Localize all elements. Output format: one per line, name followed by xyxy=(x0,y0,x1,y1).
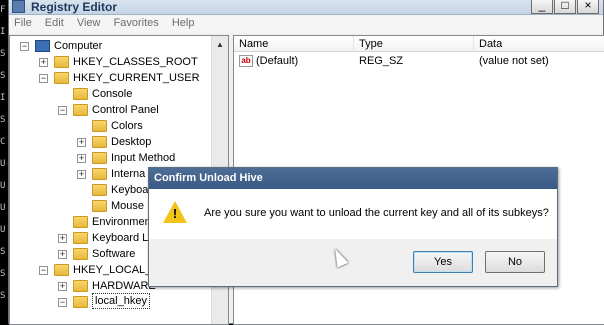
window-title: Registry Editor xyxy=(31,0,118,14)
tree-item[interactable]: + Desktop xyxy=(10,134,213,150)
tree-item-label: Colors xyxy=(111,120,143,132)
console-char: U xyxy=(0,181,6,191)
tree-item-label: Interna xyxy=(111,168,146,180)
menu-file[interactable]: File xyxy=(9,15,37,31)
dialog-title-bar: Confirm Unload Hive xyxy=(149,168,557,189)
tree-item[interactable]: Console xyxy=(10,86,213,102)
console-char: S xyxy=(0,269,6,279)
expand-icon[interactable]: + xyxy=(39,58,48,67)
menu-help[interactable]: Help xyxy=(167,15,200,31)
value-type: REG_SZ xyxy=(359,55,404,67)
close-button[interactable]: × xyxy=(577,0,599,14)
menu-edit[interactable]: Edit xyxy=(40,15,69,31)
tree-item-label: HKEY_CURRENT_USER xyxy=(73,72,200,84)
list-header: Name Type Data xyxy=(234,36,604,52)
tree-item[interactable]: + Input Method xyxy=(10,150,213,166)
expand-icon[interactable]: + xyxy=(58,250,67,259)
tree-item-label: HARDWARE xyxy=(92,280,156,292)
string-value-icon: ab xyxy=(239,55,253,67)
folder-icon xyxy=(54,264,69,276)
tree-item-label: Control Panel xyxy=(92,104,159,116)
console-char: S xyxy=(0,49,6,59)
expand-icon[interactable]: + xyxy=(77,154,86,163)
folder-icon xyxy=(92,152,107,164)
tree-item[interactable]: − HKEY_CURRENT_USER xyxy=(10,70,213,86)
folder-icon xyxy=(73,232,88,244)
console-char: C xyxy=(0,137,6,147)
list-row[interactable]: ab (Default) REG_SZ (value not set) xyxy=(234,53,604,69)
folder-icon xyxy=(92,200,107,212)
tree-item-label: Keyboa xyxy=(111,184,149,196)
console-char: S xyxy=(0,115,6,125)
folder-icon xyxy=(92,120,107,132)
menu-view[interactable]: View xyxy=(72,15,106,31)
folder-icon xyxy=(73,296,88,308)
folder-icon xyxy=(54,56,69,68)
tree-item[interactable]: − Computer xyxy=(10,38,213,54)
tree-item-label: Console xyxy=(92,88,133,100)
dialog-message: Are you sure you want to unload the curr… xyxy=(204,207,549,219)
confirm-unload-dialog: Confirm Unload Hive ! Are you sure you w… xyxy=(148,167,558,287)
tree-item-label: HKEY_CLASSES_ROOT xyxy=(73,56,198,68)
console-char: I xyxy=(0,93,6,103)
value-name: (Default) xyxy=(256,55,299,67)
expand-icon[interactable]: + xyxy=(77,138,86,147)
value-data: (value not set) xyxy=(479,55,549,67)
title-bar: Registry Editor _ □ × xyxy=(9,0,603,15)
expand-icon[interactable]: + xyxy=(58,282,67,291)
dialog-body: ! Are you sure you want to unload the cu… xyxy=(149,189,557,239)
folder-icon xyxy=(92,168,107,180)
column-header-name[interactable]: Name xyxy=(234,36,354,52)
column-header-type[interactable]: Type xyxy=(354,36,474,52)
console-char: S xyxy=(0,71,6,81)
collapse-icon[interactable]: − xyxy=(58,298,67,307)
console-char: I xyxy=(0,27,6,37)
tree-item-label: Desktop xyxy=(111,136,152,148)
column-header-data[interactable]: Data xyxy=(474,36,604,52)
tree-item[interactable]: − Control Panel xyxy=(10,102,213,118)
tree-item-label: Computer xyxy=(54,40,103,52)
maximize-button[interactable]: □ xyxy=(554,0,576,14)
folder-icon xyxy=(73,280,88,292)
console-char: S xyxy=(0,291,6,301)
expand-icon[interactable]: + xyxy=(77,170,86,179)
console-char: F xyxy=(0,5,6,15)
computer-icon xyxy=(35,40,50,52)
folder-icon xyxy=(73,104,88,116)
expand-icon[interactable]: + xyxy=(58,234,67,243)
tree-item[interactable]: Colors xyxy=(10,118,213,134)
tree-item-label: Software xyxy=(92,248,136,260)
warning-mark: ! xyxy=(172,206,178,221)
tree-item-label: Keyboard La xyxy=(92,232,155,244)
tree-item[interactable]: + HKEY_CLASSES_ROOT xyxy=(10,54,213,70)
folder-icon xyxy=(73,88,88,100)
folder-icon xyxy=(73,216,88,228)
minimize-button[interactable]: _ xyxy=(531,0,553,14)
menu-bar: File Edit View Favorites Help xyxy=(9,15,603,33)
console-char: S xyxy=(0,247,6,257)
collapse-icon[interactable]: − xyxy=(20,42,29,51)
tree-item[interactable]: − local_hkey xyxy=(10,293,213,310)
yes-button[interactable]: Yes xyxy=(413,251,473,273)
menu-favorites[interactable]: Favorites xyxy=(109,15,164,31)
tree-item-label: Environmen xyxy=(92,216,151,228)
tree-item-label: local_hkey xyxy=(92,293,150,309)
tree-item-label: Mouse xyxy=(111,200,145,212)
console-char: U xyxy=(0,203,6,213)
tree-item-label: Input Method xyxy=(111,152,176,164)
no-button[interactable]: No xyxy=(485,251,545,273)
folder-icon xyxy=(92,136,107,148)
background-console: F I S S I S C U U U U S S S xyxy=(0,0,8,314)
collapse-icon[interactable]: − xyxy=(39,266,48,275)
folder-icon xyxy=(73,248,88,260)
console-char: U xyxy=(0,159,6,169)
folder-icon xyxy=(54,72,69,84)
folder-icon xyxy=(92,184,107,196)
scroll-up-icon[interactable]: ▲ xyxy=(215,40,225,50)
registry-editor-icon xyxy=(12,0,25,13)
console-char: U xyxy=(0,225,6,235)
collapse-icon[interactable]: − xyxy=(58,106,67,115)
collapse-icon[interactable]: − xyxy=(39,74,48,83)
dialog-title: Confirm Unload Hive xyxy=(154,172,263,184)
